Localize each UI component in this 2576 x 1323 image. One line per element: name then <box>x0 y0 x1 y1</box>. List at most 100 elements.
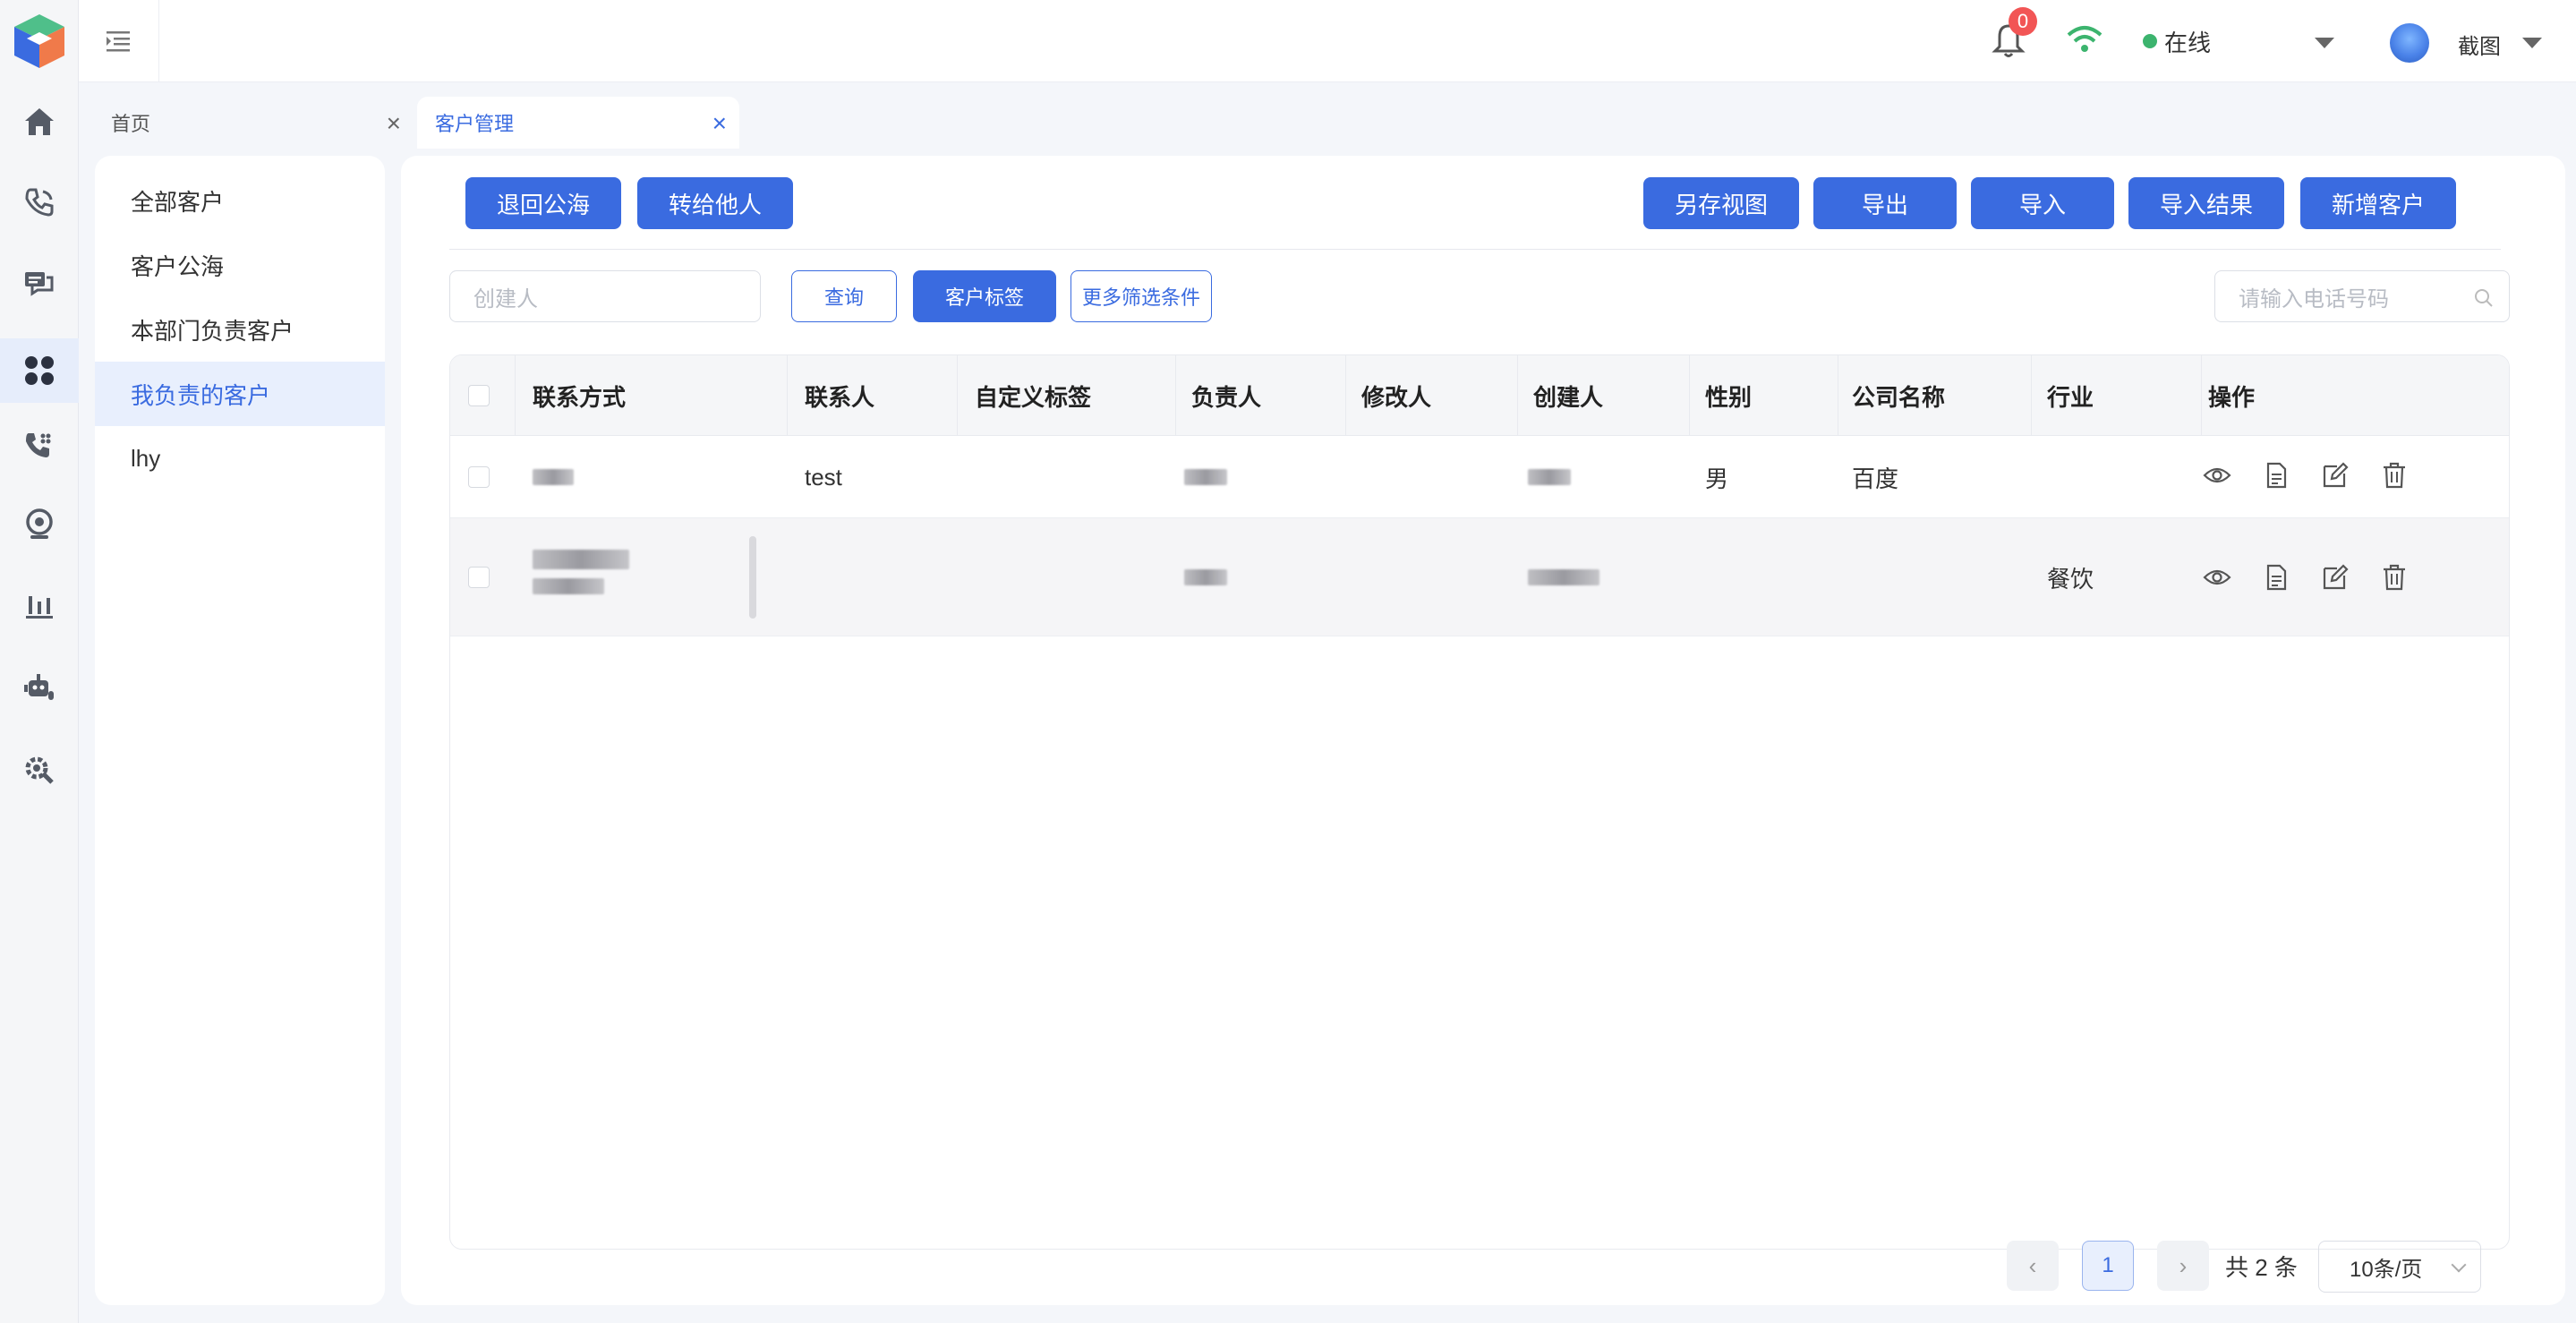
document-icon[interactable] <box>2262 461 2290 490</box>
row-checkbox[interactable] <box>468 466 490 488</box>
customer-tags-button[interactable]: 客户标签 <box>913 270 1056 322</box>
column-header-actions: 操作 <box>2208 383 2256 411</box>
close-icon[interactable]: × <box>712 109 727 138</box>
column-header-company[interactable]: 公司名称 <box>1852 355 1945 436</box>
redacted-creator <box>1528 569 1599 585</box>
tab-customer-management[interactable]: 客户管理 × <box>417 97 739 149</box>
phone-icon[interactable] <box>14 177 64 227</box>
cell-scrollbar[interactable] <box>749 536 756 619</box>
status-label: 在线 <box>2164 29 2212 56</box>
wifi-icon <box>2067 26 2103 52</box>
redacted-owner <box>1184 469 1227 485</box>
column-header-contact-method[interactable]: 联系方式 <box>533 355 626 436</box>
home-icon[interactable] <box>14 97 64 147</box>
contact-person-cell: test <box>805 463 842 491</box>
toolbar-divider <box>449 249 2501 250</box>
industry-cell: 餐饮 <box>2047 565 2094 593</box>
close-icon[interactable]: × <box>387 109 401 138</box>
redacted-phone <box>533 578 604 594</box>
chat-icon[interactable] <box>14 260 64 310</box>
creator-input[interactable]: 创建人 <box>449 270 761 322</box>
edit-icon[interactable] <box>2321 563 2350 592</box>
apps-icon[interactable] <box>0 338 79 403</box>
column-header-modifier[interactable]: 修改人 <box>1361 355 1431 436</box>
avatar[interactable] <box>2390 23 2429 63</box>
redacted-phone <box>533 550 629 569</box>
redacted-owner <box>1184 569 1227 585</box>
delete-icon[interactable] <box>2380 461 2409 490</box>
edit-icon[interactable] <box>2321 461 2350 490</box>
subnav-item-label: lhy <box>131 444 161 472</box>
app-logo-icon[interactable] <box>9 11 70 72</box>
notification-badge: 0 <box>2009 7 2037 36</box>
export-button[interactable]: 导出 <box>1813 177 1957 229</box>
company-cell: 百度 <box>1852 465 1899 492</box>
subnav-item-lhy[interactable]: lhy <box>95 426 385 491</box>
phone-search-input[interactable]: 请输入电话号码 <box>2214 270 2510 322</box>
creator-cell <box>1528 436 1571 518</box>
transfer-button[interactable]: 转给他人 <box>637 177 793 229</box>
column-divider <box>1517 355 1518 436</box>
page-size-label: 10条/页 <box>2350 1257 2423 1282</box>
customer-table: 联系方式 联系人 自定义标签 负责人 修改人 创建人 性别 公司名称 行业 操作… <box>449 354 2510 1250</box>
main-panel: 退回公海 转给他人 另存视图 导出 导入 导入结果 新增客户 创建人 查询 客户… <box>401 156 2565 1305</box>
status-dot <box>2143 34 2157 48</box>
subnav-item-label: 本部门负责客户 <box>131 317 294 345</box>
select-all-checkbox[interactable] <box>468 385 490 406</box>
call-log-icon[interactable] <box>14 421 64 471</box>
status-dropdown-icon[interactable] <box>2315 38 2334 48</box>
online-status[interactable]: 在线 <box>2143 25 2211 57</box>
subnav-item-my-customers[interactable]: 我负责的客户 <box>95 362 385 426</box>
gender-cell: 男 <box>1705 465 1729 492</box>
column-header-custom-tags[interactable]: 自定义标签 <box>975 355 1091 436</box>
owner-cell <box>1184 436 1227 518</box>
column-header-owner[interactable]: 负责人 <box>1191 355 1261 436</box>
table-row[interactable]: 餐饮 <box>450 518 2509 636</box>
page-number[interactable]: 1 <box>2082 1241 2134 1291</box>
import-result-button[interactable]: 导入结果 <box>2128 177 2284 229</box>
subnav-item-public-pool[interactable]: 客户公海 <box>95 233 385 297</box>
delete-icon[interactable] <box>2380 563 2409 592</box>
robot-icon[interactable] <box>14 662 64 713</box>
table-row[interactable]: test 男 百度 <box>450 436 2509 518</box>
column-divider <box>515 355 516 436</box>
settings-icon[interactable] <box>14 743 64 793</box>
contact-method-cell <box>533 536 629 608</box>
redacted-creator <box>1528 469 1571 485</box>
import-button[interactable]: 导入 <box>1971 177 2114 229</box>
subnav-item-all-customers[interactable]: 全部客户 <box>95 168 385 233</box>
customer-subnav: 全部客户 客户公海 本部门负责客户 我负责的客户 lhy <box>95 156 385 1305</box>
icon-rail <box>0 0 79 1323</box>
more-filters-button[interactable]: 更多筛选条件 <box>1070 270 1212 322</box>
document-icon[interactable] <box>2262 563 2290 592</box>
save-view-button[interactable]: 另存视图 <box>1643 177 1799 229</box>
column-header-industry[interactable]: 行业 <box>2047 355 2094 436</box>
owner-cell <box>1184 518 1227 636</box>
table-header: 联系方式 联系人 自定义标签 负责人 修改人 创建人 性别 公司名称 行业 操作 <box>450 355 2509 436</box>
webcam-icon[interactable] <box>14 499 64 550</box>
subnav-item-department[interactable]: 本部门负责客户 <box>95 297 385 362</box>
column-header-creator[interactable]: 创建人 <box>1533 355 1603 436</box>
column-divider <box>1345 355 1346 436</box>
return-to-pool-button[interactable]: 退回公海 <box>465 177 621 229</box>
page-size-select[interactable]: 10条/页 <box>2318 1241 2481 1293</box>
tab-home[interactable]: 首页 × <box>95 97 410 149</box>
row-checkbox[interactable] <box>468 567 490 588</box>
next-page-button[interactable]: › <box>2157 1241 2209 1291</box>
user-name[interactable]: 截图 <box>2458 29 2501 60</box>
query-button[interactable]: 查询 <box>791 270 897 322</box>
column-header-gender[interactable]: 性别 <box>1705 355 1752 436</box>
search-icon[interactable] <box>2473 287 2495 309</box>
view-icon[interactable] <box>2203 563 2231 592</box>
column-header-contact-person[interactable]: 联系人 <box>805 355 874 436</box>
user-dropdown-icon[interactable] <box>2522 38 2542 48</box>
view-icon[interactable] <box>2203 461 2231 490</box>
add-customer-button[interactable]: 新增客户 <box>2300 177 2456 229</box>
subnav-item-label: 客户公海 <box>131 252 225 280</box>
prev-page-button[interactable]: ‹ <box>2007 1241 2059 1291</box>
subnav-item-label: 全部客户 <box>131 188 225 216</box>
menu-collapse-icon[interactable] <box>79 0 159 82</box>
subnav-item-label: 我负责的客户 <box>131 381 271 409</box>
chart-icon[interactable] <box>14 580 64 630</box>
chevron-down-icon <box>2451 1257 2467 1273</box>
